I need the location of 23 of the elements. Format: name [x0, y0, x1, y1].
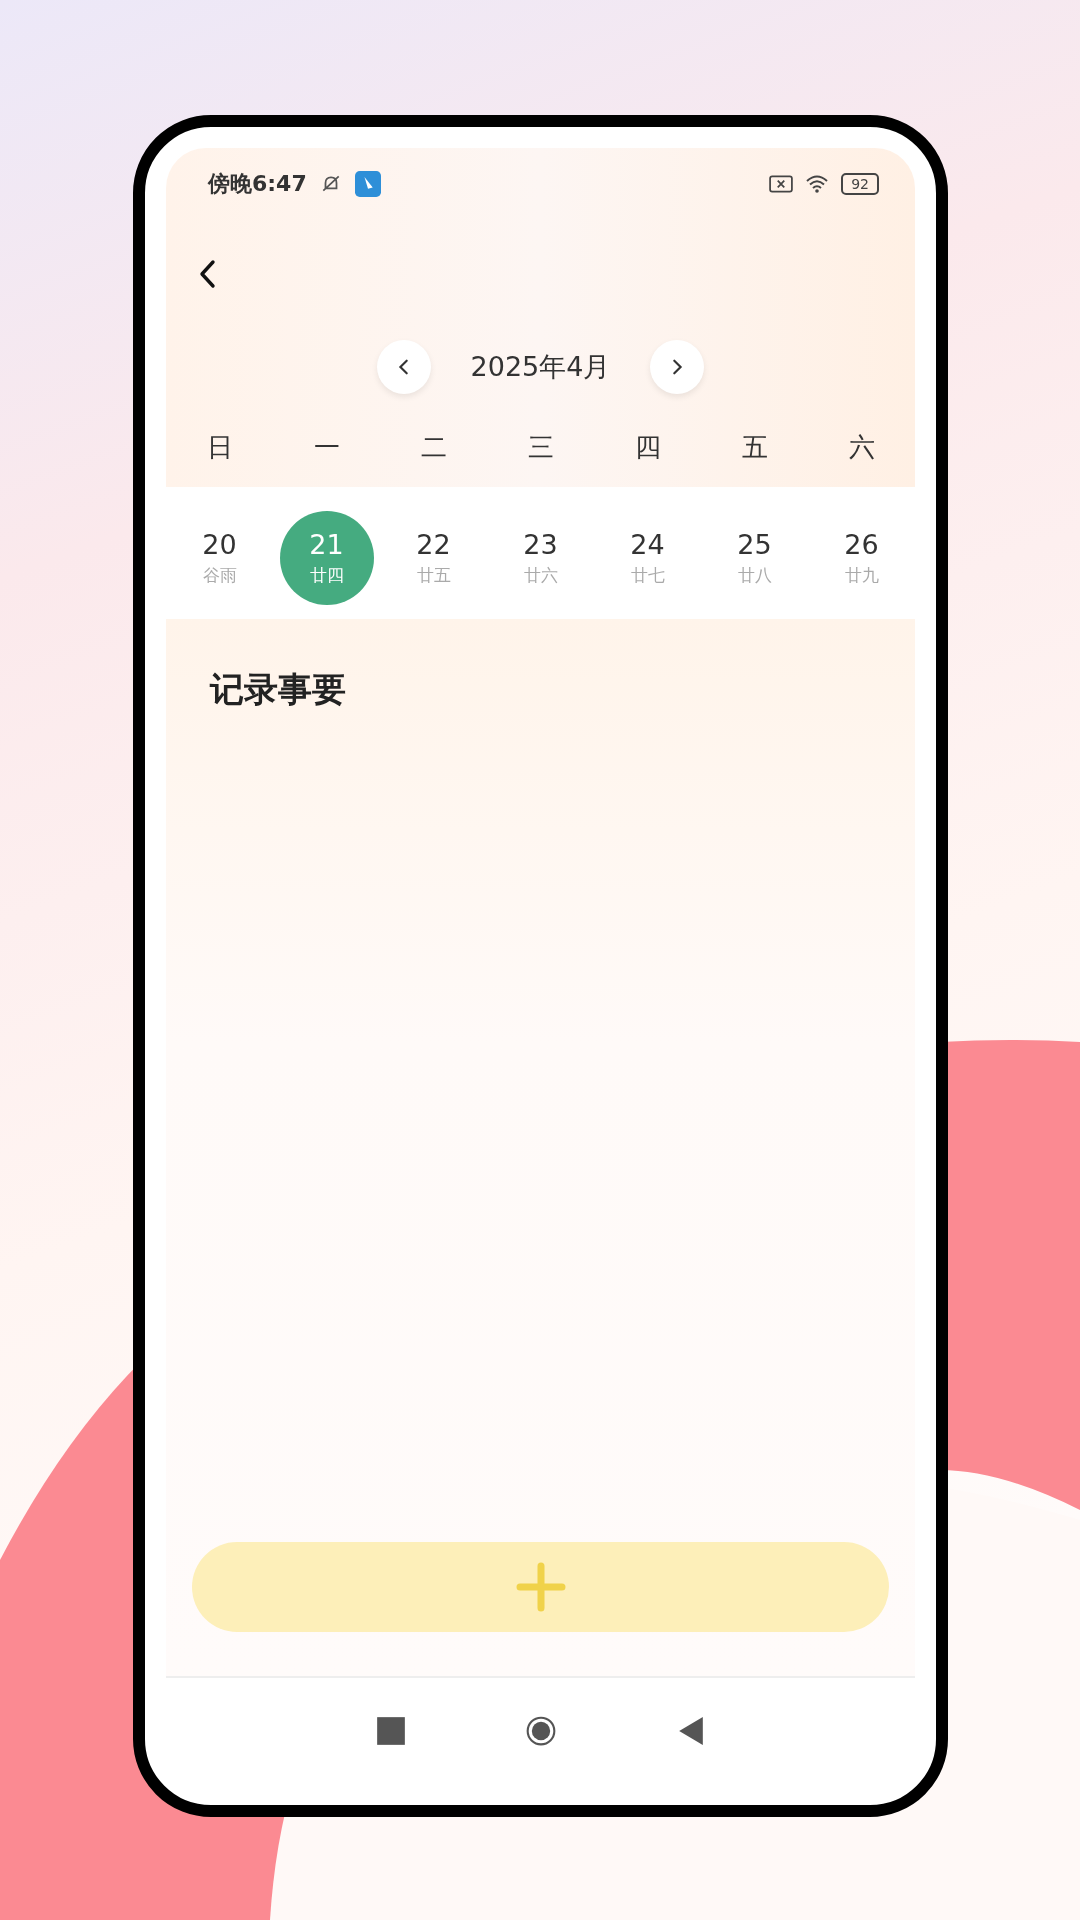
recents-icon[interactable]	[375, 1715, 406, 1746]
weekday-label: 四	[633, 431, 662, 464]
date-cell[interactable]: 20 谷雨	[172, 511, 267, 605]
app-notification-icon	[354, 171, 381, 197]
wifi-icon	[805, 173, 830, 195]
plus-icon	[515, 1562, 566, 1612]
date-cell[interactable]: 22 廿五	[386, 511, 481, 605]
date-cell[interactable]: 25 廿八	[707, 511, 802, 605]
date-cell[interactable]: 24 廿七	[600, 511, 695, 605]
weekday-label: 日	[205, 431, 234, 464]
status-time: 傍晚6:47	[208, 170, 307, 198]
home-icon[interactable]	[525, 1715, 556, 1746]
month-title: 2025年4月	[470, 350, 611, 384]
weekday-label: 五	[740, 431, 769, 464]
sim-off-icon	[769, 173, 794, 195]
section-title: 记录事要	[210, 668, 347, 711]
date-cell[interactable]: 23 廿六	[493, 511, 588, 605]
weekday-label: 一	[312, 431, 341, 464]
battery-indicator: 92	[841, 173, 879, 195]
weekday-label: 六	[847, 431, 876, 464]
date-cell[interactable]: 26 廿九	[814, 511, 909, 605]
weekday-label: 二	[419, 431, 448, 464]
weekday-label: 三	[526, 431, 555, 464]
